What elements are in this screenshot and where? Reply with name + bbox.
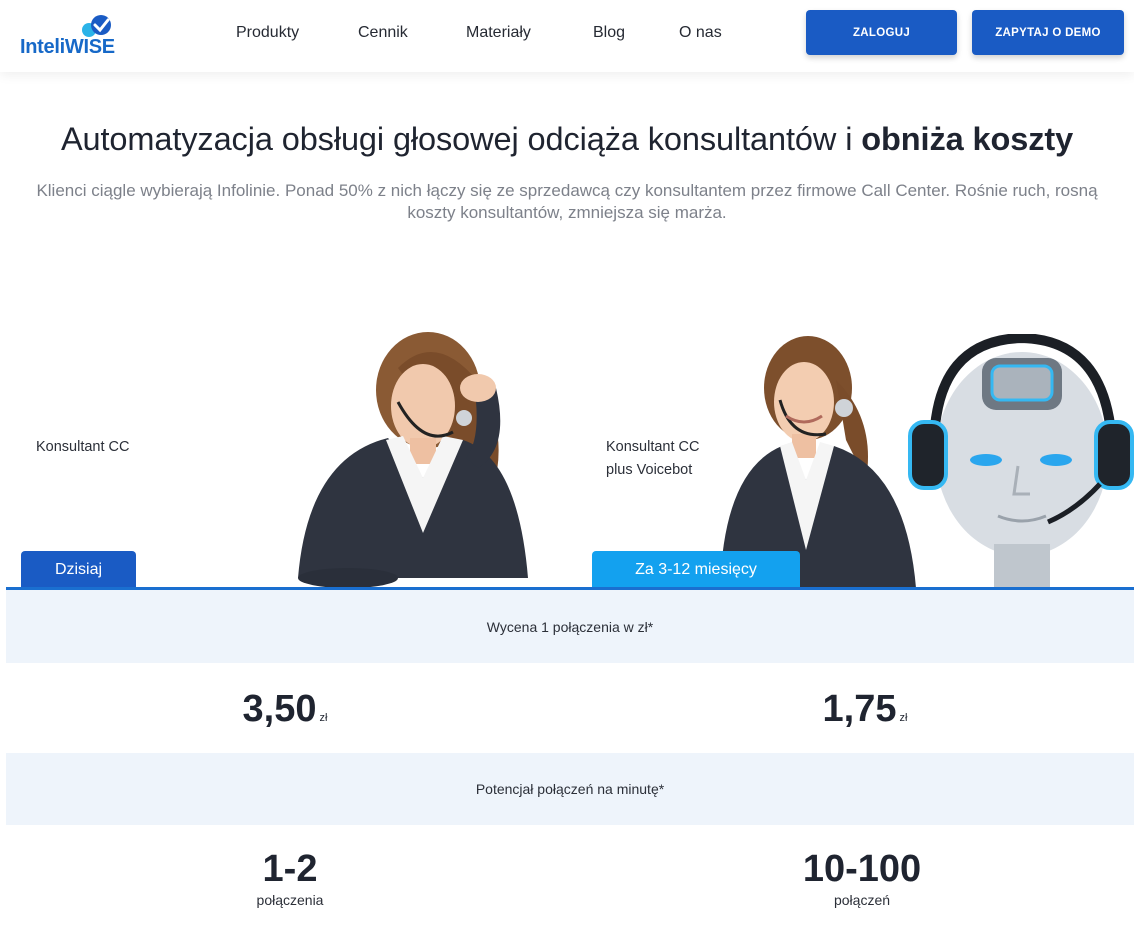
- price-today-value: 3,50: [242, 688, 317, 730]
- price-future-value: 1,75: [822, 688, 897, 730]
- voicebot-robot-image: [908, 334, 1134, 588]
- page-title-bold: obniża koszty: [861, 121, 1074, 157]
- logo-check-icon: [82, 15, 111, 37]
- right-label-line2: plus Voicebot: [606, 462, 693, 478]
- capacity-today-unit: połączenia: [256, 892, 324, 908]
- page-subtitle: Klienci ciągle wybierają Infolinie. Pona…: [36, 181, 1098, 222]
- price-header-text: Wycena 1 połączenia w zł*: [486, 618, 654, 635]
- consultant-smiling-image: [720, 336, 916, 588]
- tab-today[interactable]: Dzisiaj: [21, 551, 136, 589]
- page-title: Automatyzacja obsługi głosowej odciąża k…: [0, 121, 1134, 158]
- nav-item-o-nas[interactable]: O nas: [679, 24, 722, 42]
- right-label-line1: Konsultant CC: [606, 439, 700, 455]
- price-today-currency: zł: [319, 712, 328, 724]
- consultant-tired-image: [298, 332, 528, 588]
- capacity-future: 10-100: [802, 848, 922, 890]
- price-future: 1,75 zł: [780, 688, 950, 731]
- left-column-label: Konsultant CC: [36, 439, 130, 455]
- capacity-future-unit: połączeń: [833, 892, 891, 908]
- login-button[interactable]: ZALOGUJ: [806, 10, 957, 55]
- nav-item-produkty[interactable]: Produkty: [236, 24, 299, 42]
- capacity-today: 1-2: [262, 848, 318, 890]
- right-column-label: Konsultant CC plus Voicebot: [606, 436, 700, 482]
- nav-item-cennik[interactable]: Cennik: [358, 24, 408, 42]
- request-demo-button[interactable]: ZAPYTAJ O DEMO: [972, 10, 1124, 55]
- price-header: Wycena 1 połączenia w zł*: [6, 590, 1134, 663]
- inteliwise-logo[interactable]: InteliWISE: [20, 14, 120, 60]
- capacity-header-text: Potencjał połączeń na minutę*: [475, 781, 665, 797]
- nav-item-materialy[interactable]: Materiały: [466, 24, 531, 42]
- price-today: 3,50 zł: [200, 688, 370, 731]
- top-navigation: InteliWISE Produkty Cennik Materiały Blo…: [0, 0, 1134, 72]
- tab-future[interactable]: Za 3-12 miesięcy: [592, 551, 800, 589]
- price-future-currency: zł: [899, 712, 908, 724]
- capacity-header: Potencjał połączeń na minutę*: [6, 753, 1134, 825]
- page-title-regular: Automatyzacja obsługi głosowej odciąża k…: [60, 121, 862, 157]
- nav-item-blog[interactable]: Blog: [593, 24, 625, 42]
